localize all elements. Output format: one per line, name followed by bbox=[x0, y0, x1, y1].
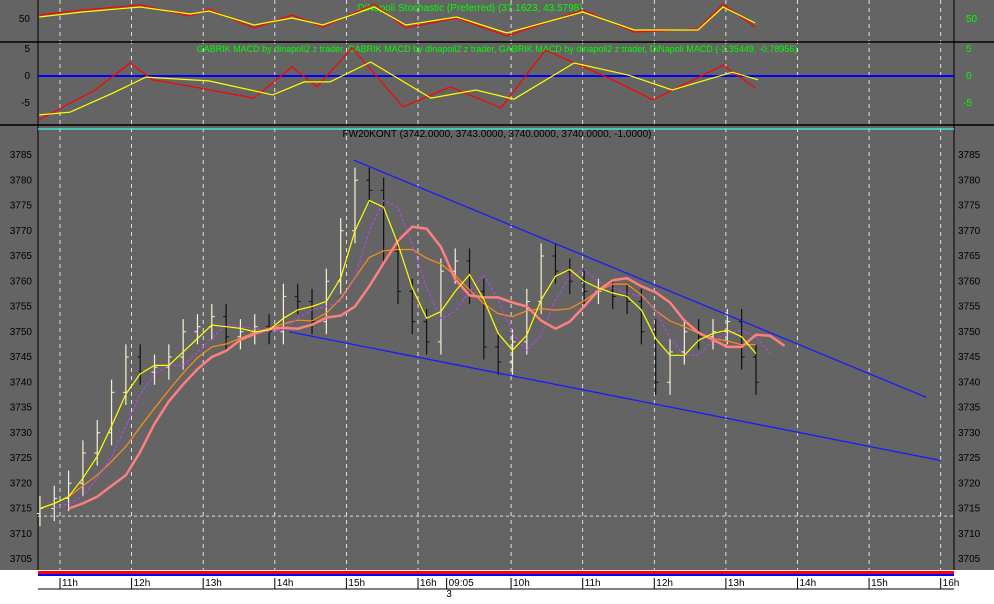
time-label-0: 11h bbox=[62, 578, 78, 589]
price-tick-left: 3725 bbox=[10, 453, 33, 464]
volume-strip-red bbox=[38, 571, 954, 574]
price-tick-right: 3720 bbox=[958, 478, 981, 489]
day-marker: 3 bbox=[446, 589, 452, 599]
time-label-1: 12h bbox=[134, 578, 151, 589]
trading-chart[interactable]: DiNapoli Stochastic (Preferred) (37.1623… bbox=[0, 0, 994, 600]
price-tick-right: 3730 bbox=[958, 428, 981, 439]
time-axis: 11h 12h 13h 14h 15h 16h 09:05 10h 11h 12h 13h 14h 15… bbox=[59, 578, 960, 589]
price-tick-left: 3730 bbox=[10, 428, 33, 439]
price-tick-right: 3760 bbox=[958, 276, 981, 287]
price-title: FW20KONT (3742.0000, 3743.0000, 3740.000… bbox=[343, 129, 652, 140]
time-label-6: 09:05 bbox=[449, 578, 474, 589]
price-tick-left: 3705 bbox=[10, 554, 33, 565]
price-tick-right: 3715 bbox=[958, 504, 981, 515]
price-tick-right: 3780 bbox=[958, 175, 981, 186]
price-tick-left: 3760 bbox=[10, 276, 33, 287]
price-tick-right: 3750 bbox=[958, 327, 981, 338]
chart-background bbox=[0, 0, 994, 570]
macd-tick-left: -5 bbox=[21, 98, 30, 109]
price-tick-right: 3785 bbox=[958, 150, 981, 161]
time-label-13: 16h bbox=[943, 578, 960, 589]
price-tick-left: 3735 bbox=[10, 403, 33, 414]
macd-tick-left: 0 bbox=[24, 71, 30, 82]
time-label-7: 10h bbox=[513, 578, 530, 589]
time-label-3: 14h bbox=[277, 578, 294, 589]
price-tick-left: 3740 bbox=[10, 377, 33, 388]
macd-tick-right: -5 bbox=[963, 98, 972, 109]
macd-title: GABRIK MACD by dinapoli2 z trader, GABRI… bbox=[197, 44, 798, 54]
time-label-9: 12h bbox=[656, 578, 673, 589]
price-tick-left: 3750 bbox=[10, 327, 33, 338]
time-label-4: 15h bbox=[348, 578, 365, 589]
time-label-10: 13h bbox=[728, 578, 745, 589]
price-tick-right: 3770 bbox=[958, 226, 981, 237]
price-tick-left: 3720 bbox=[10, 478, 33, 489]
price-tick-right: 3705 bbox=[958, 554, 981, 565]
price-tick-right: 3745 bbox=[958, 352, 981, 363]
price-tick-left: 3780 bbox=[10, 175, 33, 186]
price-tick-left: 3745 bbox=[10, 352, 33, 363]
price-tick-right: 3725 bbox=[958, 453, 981, 464]
price-tick-right: 3710 bbox=[958, 529, 981, 540]
time-label-5: 16h bbox=[420, 578, 437, 589]
macd-tick-right: 0 bbox=[966, 71, 972, 82]
price-tick-left: 3710 bbox=[10, 529, 33, 540]
price-tick-left: 3715 bbox=[10, 504, 33, 515]
price-tick-left: 3785 bbox=[10, 150, 33, 161]
price-tick-right: 3775 bbox=[958, 201, 981, 212]
time-label-2: 13h bbox=[205, 578, 222, 589]
price-tick-left: 3765 bbox=[10, 251, 33, 262]
price-tick-left: 3775 bbox=[10, 201, 33, 212]
price-tick-right: 3765 bbox=[958, 251, 981, 262]
stochastic-tick-right: 50 bbox=[966, 14, 978, 25]
macd-tick-left: 5 bbox=[24, 44, 30, 55]
time-label-12: 15h bbox=[871, 578, 888, 589]
price-tick-right: 3755 bbox=[958, 302, 981, 313]
price-tick-right: 3740 bbox=[958, 377, 981, 388]
volume-strip-blue bbox=[38, 574, 954, 576]
price-tick-right: 3735 bbox=[958, 403, 981, 414]
price-tick-left: 3755 bbox=[10, 302, 33, 313]
macd-tick-right: 5 bbox=[966, 44, 972, 55]
stochastic-tick-left: 50 bbox=[19, 14, 31, 25]
price-tick-left: 3770 bbox=[10, 226, 33, 237]
time-label-11: 14h bbox=[799, 578, 816, 589]
time-label-8: 11h bbox=[585, 578, 601, 589]
stochastic-title: DiNapoli Stochastic (Preferred) (37.1623… bbox=[357, 3, 582, 14]
